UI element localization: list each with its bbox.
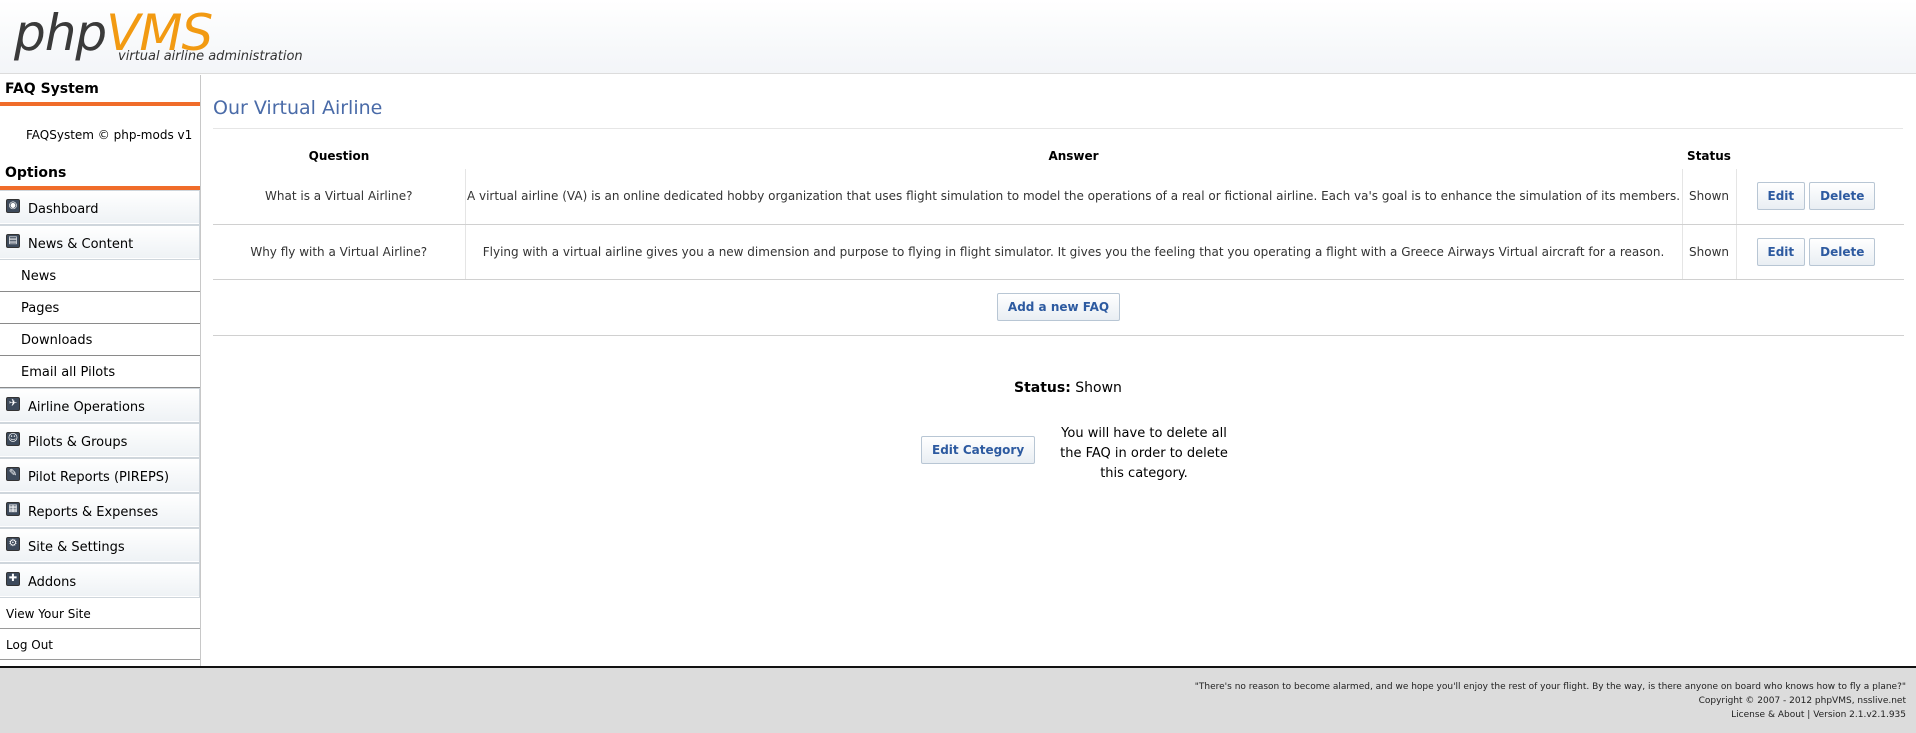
column-status: Status bbox=[1687, 149, 1731, 163]
faq-system-heading: FAQ System bbox=[0, 75, 200, 106]
menu-news-content[interactable]: ▤ News & Content bbox=[0, 225, 200, 260]
faq-system-note: FAQSystem © php-mods v1 bbox=[26, 128, 193, 142]
faq-question: Why fly with a Virtual Airline? bbox=[213, 224, 466, 280]
menu-pilot-reports[interactable]: ✎ Pilot Reports (PIREPS) bbox=[0, 458, 200, 493]
news-icon: ▤ bbox=[6, 234, 20, 248]
menu-dashboard[interactable]: ◉ Dashboard bbox=[0, 190, 200, 225]
settings-icon: ⚙ bbox=[6, 537, 20, 551]
edit-category-wrapper: Edit Category bbox=[921, 436, 1036, 464]
status-label: Status: bbox=[1014, 380, 1071, 396]
menu-addons[interactable]: ✚ Addons bbox=[0, 563, 200, 598]
delete-button[interactable]: Delete bbox=[1809, 237, 1876, 266]
add-faq-cell: Add a new FAQ bbox=[213, 279, 1904, 336]
options-heading: Options bbox=[0, 159, 200, 190]
faq-status: Shown bbox=[1682, 169, 1737, 225]
column-answer: Answer bbox=[1048, 149, 1099, 163]
delete-button[interactable]: Delete bbox=[1809, 182, 1876, 211]
page-title: Our Virtual Airline bbox=[213, 97, 1903, 129]
dashboard-icon: ◉ bbox=[6, 199, 20, 213]
category-delete-note: You will have to delete all the FAQ in o… bbox=[1060, 426, 1228, 481]
edit-button[interactable]: Edit bbox=[1756, 182, 1806, 211]
edit-category-button[interactable]: Edit Category bbox=[921, 436, 1036, 464]
addons-icon: ✚ bbox=[6, 572, 20, 586]
table-row: Why fly with a Virtual Airline? Flying w… bbox=[213, 224, 1904, 280]
faq-answer: Flying with a virtual airline gives you … bbox=[465, 224, 1683, 280]
menu-label: Pilot Reports (PIREPS) bbox=[28, 470, 170, 485]
phpvms-logo[interactable]: phpVMS virtual airline administration bbox=[14, 4, 303, 64]
status-value: Shown bbox=[1075, 380, 1122, 396]
menu-email-pilots[interactable]: Email all Pilots bbox=[0, 356, 200, 388]
header: phpVMS virtual airline administration bbox=[0, 0, 1916, 74]
footer-license[interactable]: License & About | Version 2.1.v2.1.935 bbox=[1731, 710, 1906, 720]
menu-news[interactable]: News bbox=[0, 260, 200, 292]
logo-tagline: virtual airline administration bbox=[118, 49, 303, 64]
reports-icon: ▦ bbox=[6, 502, 20, 516]
faq-answer: A virtual airline (VA) is an online dedi… bbox=[465, 169, 1683, 225]
edit-button[interactable]: Edit bbox=[1756, 237, 1806, 266]
menu-label: Reports & Expenses bbox=[28, 505, 159, 520]
faq-question: What is a Virtual Airline? bbox=[213, 169, 466, 225]
menu-label: News & Content bbox=[28, 237, 134, 252]
menu-site-settings[interactable]: ⚙ Site & Settings bbox=[0, 528, 200, 563]
sidebar: FAQ System FAQSystem © php-mods v1 Optio… bbox=[0, 75, 201, 667]
faq-actions: Edit Delete bbox=[1736, 224, 1904, 280]
add-faq-row: Add a new FAQ bbox=[213, 279, 1904, 336]
menu-airline-operations[interactable]: ✈ Airline Operations bbox=[0, 388, 200, 423]
faq-table: Question Answer Status What is a Virtual… bbox=[213, 129, 1904, 336]
footer: "There's no reason to become alarmed, an… bbox=[0, 666, 1916, 733]
menu-view-site[interactable]: View Your Site bbox=[0, 598, 200, 629]
table-row: What is a Virtual Airline? A virtual air… bbox=[213, 169, 1904, 225]
category-status: Status: Shown bbox=[1014, 380, 1122, 396]
logo-php: php bbox=[14, 4, 107, 62]
menu-pilots-groups[interactable]: ☺ Pilots & Groups bbox=[0, 423, 200, 458]
table-header-row: Question Answer Status bbox=[213, 129, 1904, 169]
column-question: Question bbox=[308, 149, 370, 163]
main-content: Our Virtual Airline Question Answer Stat… bbox=[213, 75, 1904, 336]
menu-reports-expenses[interactable]: ▦ Reports & Expenses bbox=[0, 493, 200, 528]
menu-pages[interactable]: Pages bbox=[0, 292, 200, 324]
menu-downloads[interactable]: Downloads bbox=[0, 324, 200, 356]
menu-log-out[interactable]: Log Out bbox=[0, 629, 200, 660]
menu-label: Airline Operations bbox=[28, 400, 145, 415]
column-actions bbox=[1736, 129, 1904, 169]
menu-label: Dashboard bbox=[28, 202, 99, 217]
faq-actions: Edit Delete bbox=[1736, 169, 1904, 225]
menu-label: Site & Settings bbox=[28, 540, 125, 555]
pireps-icon: ✎ bbox=[6, 467, 20, 481]
faq-status: Shown bbox=[1682, 224, 1737, 280]
footer-copyright: Copyright © 2007 - 2012 phpVMS, nsslive.… bbox=[1698, 696, 1906, 706]
menu-label: Addons bbox=[28, 575, 77, 590]
airline-icon: ✈ bbox=[6, 397, 20, 411]
footer-quote: "There's no reason to become alarmed, an… bbox=[1194, 682, 1906, 692]
pilots-icon: ☺ bbox=[6, 432, 20, 446]
menu-label: Pilots & Groups bbox=[28, 435, 128, 450]
add-faq-button[interactable]: Add a new FAQ bbox=[996, 293, 1121, 321]
